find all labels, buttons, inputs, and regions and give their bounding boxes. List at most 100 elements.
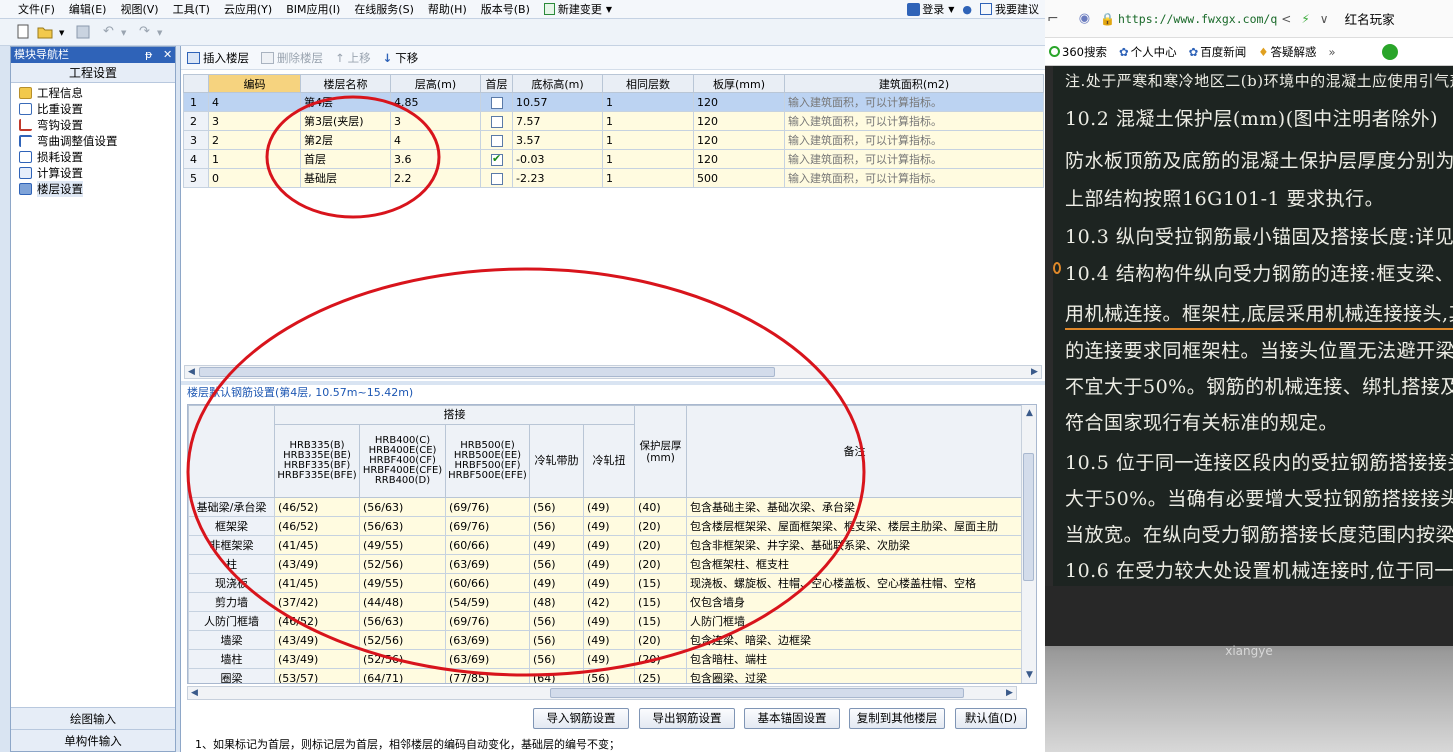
export-rebar-button[interactable]: 导出钢筋设置 [639,708,735,729]
open-file-icon[interactable] [36,23,54,41]
cell-hrb500-lap[interactable]: (63/69) [445,630,530,650]
cell-note[interactable]: 包含暗柱、端柱 [686,649,1024,669]
tree-item-calc[interactable]: 计算设置 [11,165,175,181]
cell-bottom-elevation[interactable]: 10.57 [512,92,603,112]
cell-cold-ribbed-lap[interactable]: (56) [529,497,584,517]
cell-hrb335-lap[interactable]: (46/52) [274,516,360,536]
floor-table-row[interactable]: 1 4 第4层 4.85 10.57 1 120 输入建筑面积，可以计算指标。 [183,92,1044,112]
cell-same-count[interactable]: 1 [602,168,694,188]
cell-bottom-elevation[interactable]: 7.57 [512,111,603,131]
cell-cold-twist-lap[interactable]: (49) [582,573,636,593]
floor-table-row[interactable]: 5 0 基础层 2.2 -2.23 1 500 输入建筑面积，可以计算指标。 [183,168,1044,188]
floor-table-hscrollbar[interactable]: ◀ ▶ [184,365,1042,379]
row-number[interactable]: 1 [183,92,209,112]
rebar-table-row[interactable]: 框架梁 (46/52) (56/63) (69/76) (56) (49) (20) 包含楼层… [188,516,1024,536]
tree-item-loss[interactable]: 损耗设置 [11,149,175,165]
col-same-count[interactable]: 相同层数 [602,74,694,93]
bookmark-baidu-news[interactable]: ✿ 百度新闻 [1189,44,1247,60]
cell-floor-name[interactable]: 第4层 [300,92,391,112]
cell-floor-name[interactable]: 第2层 [300,130,391,150]
cell-same-count[interactable]: 1 [602,130,694,150]
scroll-up-icon[interactable]: ▲ [1023,407,1036,419]
menu-file[interactable]: 文件(F) [18,1,55,17]
undo-icon[interactable]: ↶ [102,23,120,41]
rebar-table-row[interactable]: 非框架梁 (41/45) (49/55) (60/66) (49) (49) (20) 包含非… [188,535,1024,555]
cell-cold-twist-lap[interactable]: (49) [582,554,636,574]
bookmark-360-search[interactable]: 360搜索 [1049,44,1107,60]
rebar-table-row[interactable]: 基础梁/承台梁 (46/52) (56/63) (69/76) (56) (49) (40)… [188,497,1024,517]
login-button[interactable]: 登录 [922,1,944,17]
cell-hrb400-lap[interactable]: (44/48) [359,592,446,612]
cell-cold-twist-lap[interactable]: (49) [582,516,636,536]
cell-cold-twist-lap[interactable]: (49) [582,649,636,669]
row-number[interactable]: 4 [183,149,209,169]
cell-same-count[interactable]: 1 [602,92,694,112]
cell-cold-twist-lap[interactable]: (49) [582,535,636,555]
chevron-down-icon[interactable]: ∨ [1320,12,1329,26]
cell-floor-height[interactable]: 3 [390,111,481,131]
cell-cover[interactable]: (20) [634,649,688,669]
cell-code[interactable]: 4 [208,92,301,112]
cell-code[interactable]: 3 [208,111,301,131]
share-icon[interactable]: < [1281,12,1291,26]
bell-icon[interactable]: ● [962,3,972,16]
first-floor-checkbox[interactable] [491,152,503,166]
import-rebar-button[interactable]: 导入钢筋设置 [533,708,629,729]
cell-hrb400-lap[interactable]: (56/63) [359,611,446,631]
tree-item-bend-adjust[interactable]: 弯曲调整值设置 [11,133,175,149]
move-down-button[interactable]: ↓ 下移 [383,50,419,66]
row-number[interactable]: 5 [183,168,209,188]
cell-floor-height[interactable]: 4 [390,130,481,150]
cell-cold-ribbed-lap[interactable]: (56) [529,554,584,574]
new-file-icon[interactable] [14,23,32,41]
cell-cold-twist-lap[interactable]: (49) [582,630,636,650]
cell-hrb500-lap[interactable]: (77/85) [445,668,530,683]
tree-item-hook[interactable]: 弯钩设置 [11,117,175,133]
col-floor-height[interactable]: 层高(m) [390,74,481,93]
cell-hrb335-lap[interactable]: (41/45) [274,573,360,593]
cell-hrb400-lap[interactable]: (56/63) [359,497,446,517]
cell-floor-height[interactable]: 3.6 [390,149,481,169]
col-bottom-elevation[interactable]: 底标高(m) [512,74,603,93]
move-up-button[interactable]: ↑ 上移 [335,50,371,66]
cell-cover[interactable]: (15) [634,573,688,593]
cell-hrb400-lap[interactable]: (49/55) [359,535,446,555]
cell-building-area[interactable]: 输入建筑面积，可以计算指标。 [784,130,1044,150]
cell-hrb500-lap[interactable]: (63/69) [445,649,530,669]
tree-item-project-info[interactable]: 工程信息 [11,85,175,101]
cell-hrb335-lap[interactable]: (46/52) [274,497,360,517]
scroll-thumb[interactable] [1023,453,1034,581]
menu-bim[interactable]: BIM应用(I) [286,1,340,17]
menu-help[interactable]: 帮助(H) [428,1,467,17]
cell-slab-thickness[interactable]: 500 [693,168,785,188]
cell-note[interactable]: 人防门框墙 [686,611,1024,631]
col-first-floor[interactable]: 首层 [480,74,513,93]
cell-first-floor[interactable] [480,111,513,131]
cell-note[interactable]: 现浇板、螺旋板、柱帽、空心楼盖板、空心楼盖柱帽、空格 [686,573,1024,593]
extension-icon[interactable] [1381,43,1398,60]
cell-cover[interactable]: (15) [634,592,688,612]
cell-hrb500-lap[interactable]: (60/66) [445,573,530,593]
default-value-button[interactable]: 默认值(D) [955,708,1027,729]
pin-icon[interactable]: ᵽ [145,47,152,63]
cell-hrb400-lap[interactable]: (64/71) [359,668,446,683]
bookmark-qa[interactable]: ♦ 答疑解惑 [1258,44,1316,60]
menu-online[interactable]: 在线服务(S) [354,1,414,17]
cell-cold-ribbed-lap[interactable]: (49) [529,573,584,593]
cell-hrb400-lap[interactable]: (56/63) [359,516,446,536]
insert-floor-button[interactable]: 插入楼层 [187,50,249,66]
col-slab-thickness[interactable]: 板厚(mm) [693,74,785,93]
cell-hrb335-lap[interactable]: (53/57) [274,668,360,683]
delete-floor-button[interactable]: 删除楼层 [261,50,323,66]
cell-cold-twist-lap[interactable]: (49) [582,497,636,517]
scroll-down-icon[interactable]: ▼ [1023,669,1036,681]
cell-first-floor[interactable] [480,130,513,150]
cell-cover[interactable]: (20) [634,535,688,555]
project-settings-header[interactable]: 工程设置 [11,63,175,83]
menu-cloud[interactable]: 云应用(Y) [224,1,272,17]
scroll-right-icon[interactable]: ▶ [1003,687,1016,699]
cell-note[interactable]: 包含圈梁、过梁 [686,668,1024,683]
cell-floor-height[interactable]: 2.2 [390,168,481,188]
chevron-down-icon[interactable]: ▼ [156,23,166,41]
scroll-thumb[interactable] [550,688,964,698]
